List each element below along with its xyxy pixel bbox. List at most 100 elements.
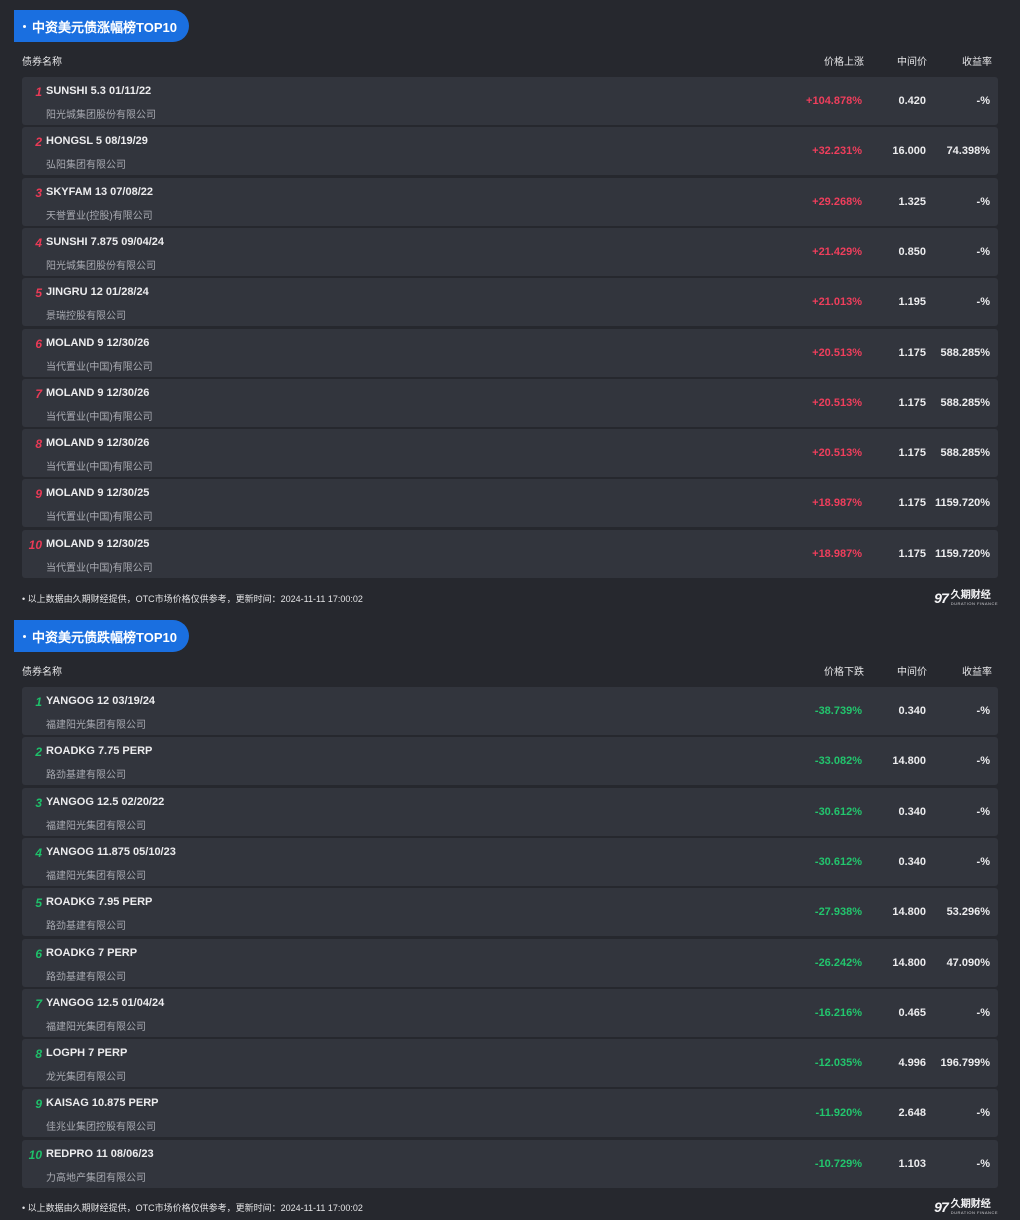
logo-mark-icon: 97 — [934, 1199, 949, 1215]
table-row[interactable]: 3 SKYFAM 13 07/08/22 天誉置业(控股)有限公司 +29.26… — [22, 177, 998, 226]
yield-value: 53.296% — [946, 906, 990, 919]
issuer-name: 福建阳光集团有限公司 — [46, 720, 146, 731]
table-row[interactable]: 2 HONGSL 5 08/19/29 弘阳集团有限公司 +32.231% 16… — [22, 127, 998, 176]
rank-number: 3 — [35, 795, 42, 810]
issuer-name: 力高地产集团有限公司 — [46, 1172, 146, 1184]
mid-price: 1.195 — [898, 296, 926, 309]
gainers-footer: • 以上数据由久期财经提供，OTC市场价格仅供参考，更新时间：2024-11-1… — [22, 588, 998, 608]
table-row[interactable]: 6 MOLAND 9 12/30/26 当代置业(中国)有限公司 +20.513… — [22, 328, 998, 377]
bond-code: YANGOG 12 03/19/24 — [46, 695, 156, 707]
losers-section: 中资美元债跌幅榜TOP10 债券名称 价格下跌 中间价 收益率 — [0, 620, 1020, 680]
price-change: -27.938% — [814, 906, 862, 919]
data-source-note: • 以上数据由久期财经提供，OTC市场价格仅供参考，更新时间：2024-11-1… — [22, 594, 363, 604]
rank-number: 10 — [28, 1147, 42, 1162]
rank-number: 4 — [35, 235, 42, 250]
bond-code: KAISAG 10.875 PERP — [46, 1097, 159, 1110]
yield-value: 47.090% — [946, 956, 990, 969]
mid-price: 0.420 — [898, 95, 926, 107]
rank-number: 1 — [35, 85, 42, 99]
yield-value: 74.398% — [946, 145, 990, 158]
header-price-change: 价格上涨 — [824, 57, 864, 68]
header-mid-price: 中间价 — [897, 667, 927, 678]
rank-number: 8 — [35, 1047, 42, 1062]
table-row[interactable]: 8 LOGPH 7 PERP 龙光集团有限公司 -12.035% 4.996 1… — [22, 1039, 998, 1088]
table-row[interactable]: 2 ROADKG 7.75 PERP 路劲基建有限公司 -33.082% 14.… — [22, 737, 998, 786]
logo-name: 久期财经 — [950, 589, 991, 601]
issuer-name: 弘阳集团有限公司 — [46, 160, 126, 172]
issuer-name: 路劲基建有限公司 — [46, 770, 126, 782]
table-row[interactable]: 7 YANGOG 12.5 01/04/24 福建阳光集团有限公司 -16.21… — [22, 988, 998, 1037]
duration-finance-logo: 97 久期财经 DURATION FINANCE — [934, 588, 998, 608]
bullet-icon — [23, 24, 26, 28]
yield-value: -% — [976, 755, 990, 768]
header-mid-price: 中间价 — [897, 57, 927, 68]
yield-value: 588.285% — [940, 346, 990, 359]
price-change: -30.612% — [814, 855, 862, 868]
logo-name-en: DURATION FINANCE — [950, 600, 998, 606]
mid-price: 0.340 — [898, 805, 926, 818]
table-row[interactable]: 4 YANGOG 11.875 05/10/23 福建阳光集团有限公司 -30.… — [22, 837, 998, 886]
price-change: +18.987% — [812, 547, 862, 560]
issuer-name: 天誉置业(控股)有限公司 — [46, 210, 153, 222]
price-change: -38.739% — [814, 705, 862, 717]
rank-number: 9 — [35, 487, 42, 502]
issuer-name: 当代置业(中国)有限公司 — [46, 411, 153, 423]
table-row[interactable]: 3 YANGOG 12.5 02/20/22 福建阳光集团有限公司 -30.61… — [22, 787, 998, 836]
issuer-name: 当代置业(中国)有限公司 — [46, 462, 153, 474]
bond-code: ROADKG 7 PERP — [46, 946, 138, 959]
issuer-name: 福建阳光集团有限公司 — [46, 1021, 146, 1033]
table-row[interactable]: 4 SUNSHI 7.875 09/04/24 阳光城集团股份有限公司 +21.… — [22, 227, 998, 276]
table-row[interactable]: 10 REDPRO 11 08/06/23 力高地产集团有限公司 -10.729… — [22, 1139, 998, 1188]
rank-number: 5 — [35, 896, 42, 911]
mid-price: 1.175 — [898, 447, 926, 460]
mid-price: 1.175 — [898, 346, 926, 359]
table-row[interactable]: 1 SUNSHI 5.3 01/11/22 阳光城集团股份有限公司 +104.8… — [22, 77, 998, 125]
price-change: -12.035% — [814, 1057, 862, 1070]
bond-code: YANGOG 11.875 05/10/23 — [46, 845, 176, 858]
yield-value: -% — [976, 296, 990, 309]
table-row[interactable]: 8 MOLAND 9 12/30/26 当代置业(中国)有限公司 +20.513… — [22, 429, 998, 478]
rank-number: 4 — [35, 845, 42, 860]
data-source-note: • 以上数据由久期财经提供，OTC市场价格仅供参考，更新时间：2024-11-1… — [22, 1203, 363, 1213]
mid-price: 1.175 — [898, 497, 926, 510]
yield-value: 196.799% — [940, 1057, 990, 1070]
logo-name-en: DURATION FINANCE — [950, 1209, 998, 1215]
yield-value: -% — [976, 1006, 990, 1019]
bond-code: YANGOG 12.5 02/20/22 — [46, 795, 165, 808]
yield-value: -% — [976, 195, 990, 208]
mid-price: 1.325 — [898, 195, 926, 208]
bond-code: ROADKG 7.95 PERP — [46, 896, 153, 909]
mid-price: 2.648 — [898, 1107, 926, 1120]
issuer-name: 阳光城集团股份有限公司 — [46, 110, 156, 121]
table-row[interactable]: 1 YANGOG 12 03/19/24 福建阳光集团有限公司 -38.739%… — [22, 687, 998, 735]
rank-number: 7 — [35, 386, 42, 401]
table-row[interactable]: 9 MOLAND 9 12/30/25 当代置业(中国)有限公司 +18.987… — [22, 479, 998, 528]
table-row[interactable]: 5 JINGRU 12 01/28/24 景瑞控股有限公司 +21.013% 1… — [22, 278, 998, 327]
bond-code: MOLAND 9 12/30/26 — [46, 437, 150, 450]
losers-title: 中资美元债跌幅榜TOP10 — [14, 620, 189, 652]
header-yield: 收益率 — [962, 667, 992, 678]
mid-price: 1.103 — [898, 1157, 926, 1170]
table-row[interactable]: 5 ROADKG 7.95 PERP 路劲基建有限公司 -27.938% 14.… — [22, 888, 998, 937]
yield-value: 1159.720% — [934, 497, 990, 510]
table-row[interactable]: 10 MOLAND 9 12/30/25 当代置业(中国)有限公司 +18.98… — [22, 529, 998, 578]
bond-code: LOGPH 7 PERP — [46, 1047, 128, 1060]
price-change: -10.729% — [814, 1157, 862, 1170]
table-row[interactable]: 9 KAISAG 10.875 PERP 佳兆业集团控股有限公司 -11.920… — [22, 1089, 998, 1138]
bond-code: JINGRU 12 01/28/24 — [46, 286, 149, 299]
price-change: +32.231% — [812, 145, 862, 158]
price-change: -26.242% — [814, 956, 862, 969]
losers-footer: • 以上数据由久期财经提供，OTC市场价格仅供参考，更新时间：2024-11-1… — [22, 1197, 998, 1217]
table-row[interactable]: 6 ROADKG 7 PERP 路劲基建有限公司 -26.242% 14.800… — [22, 938, 998, 987]
logo-text: 久期财经 DURATION FINANCE — [950, 589, 998, 606]
rank-number: 7 — [35, 996, 42, 1011]
bond-code: REDPRO 11 08/06/23 — [46, 1147, 154, 1160]
yield-value: -% — [976, 95, 990, 107]
mid-price: 14.800 — [892, 755, 926, 768]
rank-number: 8 — [35, 437, 42, 452]
yield-value: 588.285% — [940, 396, 990, 409]
yield-value: 1159.720% — [934, 547, 990, 560]
gainers-title: 中资美元债涨幅榜TOP10 — [14, 10, 189, 42]
table-row[interactable]: 7 MOLAND 9 12/30/26 当代置业(中国)有限公司 +20.513… — [22, 378, 998, 427]
price-change: -33.082% — [814, 755, 862, 768]
